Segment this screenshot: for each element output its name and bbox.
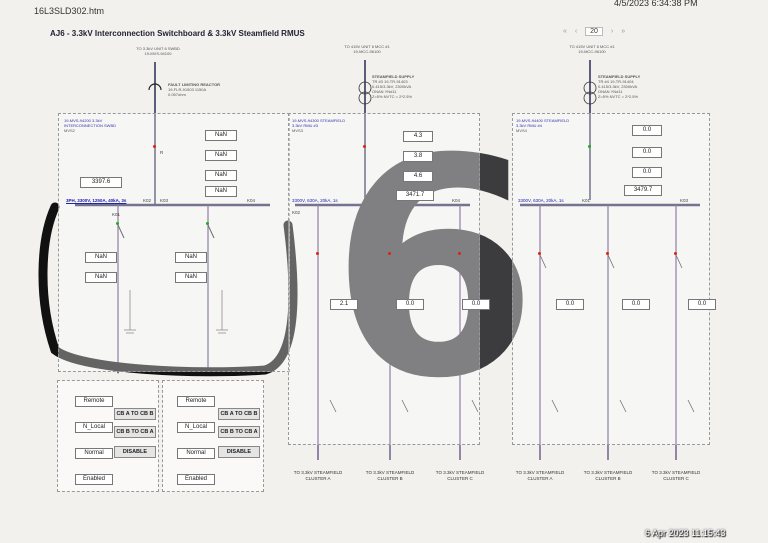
swbd-left-value-1: NaN <box>85 252 117 263</box>
rmu4-panel-title: 19-MVS-94400 STEAMFIELD 3.3kV RMU #4 <box>516 118 570 128</box>
rmu4-value-1: 0.0 <box>632 125 662 136</box>
rmu3-incomer-indicator <box>363 145 366 148</box>
rmu3-k02: K02 <box>292 210 301 215</box>
rmu4-k01: K01 <box>582 198 591 203</box>
rmu4-feeder-a-indicator <box>538 252 541 255</box>
swbd-panel-title-group: 19-MVS-94200 3.3kV INTERCONNECTION SWBD … <box>64 118 134 133</box>
right-mode-status: Remote <box>177 396 215 407</box>
rmu4-cluster-a: TO 3.3kV STEAMFIELD CLUSTER A <box>515 470 565 481</box>
rmu3-feeder-a-indicator <box>316 252 319 255</box>
right-disable-button[interactable]: DISABLE <box>218 446 260 458</box>
rmu3-supply-group: STEAMFIELD SUPPLY TR #3 19-TR-91403 0.41… <box>372 74 414 99</box>
rmu4-panel <box>512 113 710 445</box>
swbd-left-value-2: NaN <box>85 272 117 283</box>
swbd-busbar-spec: 3PH, 3300V, 1250A, 40kA, 3s <box>66 198 127 203</box>
swbd-panel-title: 19-MVS-94200 3.3kV INTERCONNECTION SWBD <box>64 118 116 128</box>
left-cb-b-to-a-button[interactable]: CB B TO CB A <box>114 426 156 438</box>
swbd-main-value: 3397.6 <box>80 177 122 188</box>
rmu4-busbar-spec: 3300V, 630A, 20kA, 1s <box>518 198 564 203</box>
rmu4-incomer-indicator <box>588 145 591 148</box>
rmu3-feeder-c-indicator <box>458 252 461 255</box>
rmu3-feeder-b-value: 0.0 <box>396 299 424 310</box>
rmu3-feeder-c-value: 0.0 <box>462 299 490 310</box>
swbd-panel-sub: MVS2 <box>64 128 75 133</box>
rmu3-title-group: 19-MVS-94300 STEAMFIELD 3.3kV RMU #3 MVS… <box>292 118 352 133</box>
rmu3-value-1: 4.3 <box>403 131 433 142</box>
rmu3-cluster-a: TO 3.3kV STEAMFIELD CLUSTER A <box>293 470 343 481</box>
swbd-k02: K02 <box>143 198 152 203</box>
rmu4-feeder-a-value: 0.0 <box>556 299 584 310</box>
rmu3-panel-sub: MVS3 <box>292 128 303 133</box>
swbd-right-value-1: NaN <box>175 252 207 263</box>
left-local-status: N_Local <box>75 422 113 433</box>
swbd-right-breaker <box>206 222 209 225</box>
swbd-value-2: NaN <box>205 150 237 161</box>
rmu3-value-4: 3471.7 <box>396 190 434 201</box>
rmu3-busbar-spec: 3300V, 630A, 20kA, 1s <box>292 198 338 203</box>
reactor-ohm: 0.057ohm <box>168 92 186 97</box>
rmu3-feed-group: TO 415V UNIT 6 MCC #1 19-MCC-96100 <box>337 44 397 54</box>
rmu3-feeder-a-value: 2.1 <box>330 299 358 310</box>
rmu3-value-3: 4.6 <box>403 171 433 182</box>
swbd-right-value-2: NaN <box>175 272 207 283</box>
swbd-r-label: R <box>160 150 164 155</box>
right-enabled-status: Enabled <box>177 474 215 485</box>
rmu3-supply-tap: Z=5% NVTC = 2*2.5% <box>372 94 413 99</box>
left-disable-button[interactable]: DISABLE <box>114 446 156 458</box>
switchboard-panel <box>58 113 290 372</box>
swbd-k04: K04 <box>247 198 256 203</box>
swbd-k03: K03 <box>160 198 169 203</box>
swbd-feed-tag: 19-MVS-94100 <box>144 51 172 56</box>
rmu4-feed-group: TO 415V UNIT 6 MCC #1 19-MCC-96100 <box>562 44 622 54</box>
rmu4-value-2: 0.0 <box>632 147 662 158</box>
swbd-left-breaker <box>116 222 119 225</box>
rmu3-panel-title: 19-MVS-94300 STEAMFIELD 3.3kV RMU #3 <box>292 118 346 128</box>
swbd-feed-label: TO 3.3kV UNIT 6 SWBD 19-MVS-94100 <box>128 46 188 56</box>
rmu4-cluster-b: TO 3.3kV STEAMFIELD CLUSTER B <box>583 470 633 481</box>
left-enabled-status: Enabled <box>75 474 113 485</box>
rmu3-k04: K04 <box>452 198 461 203</box>
rmu4-supply-group: STEAMFIELD SUPPLY TR #4 19-TR-91404 0.41… <box>598 74 640 99</box>
left-cb-a-to-b-button[interactable]: CB A TO CB B <box>114 408 156 420</box>
photo-timestamp: 6 Apr 2023 11:15:43 <box>645 528 726 538</box>
rmu3-feeder-b-indicator <box>388 252 391 255</box>
right-cb-a-to-b-button[interactable]: CB A TO CB B <box>218 408 260 420</box>
left-mode-status: Remote <box>75 396 113 407</box>
right-local-status: N_Local <box>177 422 215 433</box>
rmu4-feeder-b-value: 0.0 <box>622 299 650 310</box>
swbd-value-1: NaN <box>205 130 237 141</box>
rmu4-title-group: 19-MVS-94400 STEAMFIELD 3.3kV RMU #4 MVS… <box>516 118 576 133</box>
rmu3-cluster-b: TO 3.3kV STEAMFIELD CLUSTER B <box>365 470 415 481</box>
rmu4-value-3: 0.0 <box>632 167 662 178</box>
rmu4-feeder-b-indicator <box>606 252 609 255</box>
swbd-value-3: NaN <box>205 170 237 181</box>
rmu4-panel-sub: MVS4 <box>516 128 527 133</box>
right-cb-b-to-a-button[interactable]: CB B TO CB A <box>218 426 260 438</box>
rmu4-feeder-c-indicator <box>674 252 677 255</box>
rmu4-cluster-c: TO 3.3kV STEAMFIELD CLUSTER C <box>651 470 701 481</box>
rmu3-value-2: 3.8 <box>403 151 433 162</box>
swbd-breaker-indicator <box>153 145 156 148</box>
reactor-label-group: FAULT LIMITING REACTOR 19-FLR-91503 1150… <box>168 82 220 97</box>
rmu4-feeder-c-value: 0.0 <box>688 299 716 310</box>
rmu3-panel <box>288 113 480 445</box>
rmu3-feed-tag: 19-MCC-96100 <box>353 49 381 54</box>
left-normal-status: Normal <box>75 448 113 459</box>
rmu4-value-4: 3479.7 <box>624 185 662 196</box>
swbd-k01: K01 <box>112 212 121 217</box>
right-normal-status: Normal <box>177 448 215 459</box>
rmu4-supply-tap: Z=5% NVTC = 2*2.5% <box>598 94 639 99</box>
swbd-value-4: NaN <box>205 186 237 197</box>
rmu4-feed-tag: 19-MCC-96100 <box>578 49 606 54</box>
rmu3-cluster-c: TO 3.3kV STEAMFIELD CLUSTER C <box>435 470 485 481</box>
rmu4-k03: K03 <box>680 198 689 203</box>
